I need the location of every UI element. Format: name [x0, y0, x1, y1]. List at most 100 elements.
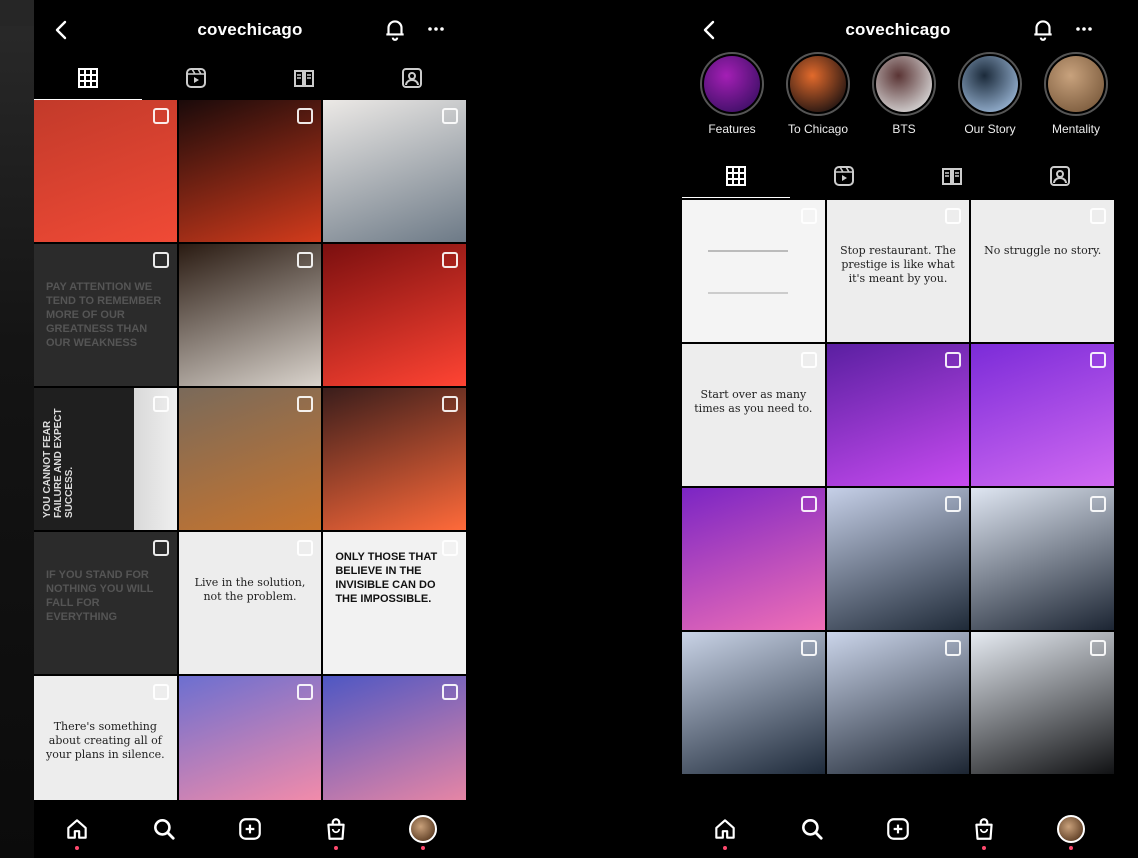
nav-profile[interactable] — [380, 800, 466, 858]
post-thumbnail[interactable] — [323, 388, 466, 530]
new-post-icon — [239, 818, 261, 840]
post-note-lines — [708, 250, 788, 294]
multi-post-icon — [945, 208, 962, 224]
multi-post-icon — [800, 640, 817, 656]
bell-icon[interactable] — [1030, 16, 1056, 42]
nav-home[interactable] — [682, 800, 768, 858]
left-profile-screen: covechicago Pay attention we tend to rem… — [34, 0, 466, 858]
story-highlight[interactable]: BTS — [868, 52, 940, 142]
more-options-icon[interactable] — [424, 17, 448, 41]
highlight-cover — [790, 56, 846, 112]
post-thumbnail[interactable] — [971, 632, 1114, 774]
bell-icon[interactable] — [382, 16, 408, 42]
post-thumbnail[interactable] — [682, 200, 825, 342]
highlight-label: To Chicago — [787, 122, 849, 136]
profile-header: covechicago — [34, 10, 466, 50]
nav-home[interactable] — [34, 800, 120, 858]
story-highlight[interactable]: Our Story — [954, 52, 1026, 142]
nav-new-post[interactable] — [207, 800, 293, 858]
multi-post-icon — [152, 684, 169, 700]
story-highlight[interactable]: Mentality — [1040, 52, 1112, 142]
story-highlight[interactable]: To Chicago — [782, 52, 854, 142]
multi-post-icon — [152, 396, 169, 412]
tab-guides[interactable] — [898, 154, 1006, 198]
highlight-label: BTS — [892, 122, 916, 136]
highlight-ring — [786, 52, 850, 116]
multi-post-icon — [1090, 208, 1106, 224]
profile-avatar — [408, 815, 437, 843]
post-thumbnail[interactable] — [682, 632, 825, 774]
bottom-navigation — [34, 800, 466, 858]
nav-shop[interactable] — [293, 800, 379, 858]
more-options-icon[interactable] — [1072, 17, 1096, 41]
post-thumbnail[interactable] — [178, 244, 322, 386]
post-thumbnail[interactable] — [971, 344, 1114, 486]
multi-post-icon — [442, 108, 458, 124]
nav-search[interactable] — [768, 800, 854, 858]
post-thumbnail[interactable] — [826, 632, 970, 774]
post-thumbnail[interactable] — [178, 676, 322, 818]
posts-grid: Stop restaurant. The prestige is like wh… — [682, 200, 1114, 774]
tab-reels[interactable] — [790, 154, 898, 198]
post-thumbnail[interactable] — [323, 676, 466, 818]
post-caption-text: You cannot fear failure and expect succe… — [42, 408, 75, 518]
tab-posts-grid[interactable] — [682, 154, 790, 198]
post-thumbnail[interactable] — [323, 100, 466, 242]
post-thumbnail[interactable]: You cannot fear failure and expect succe… — [34, 388, 177, 530]
home-icon — [67, 819, 87, 839]
story-highlights: Features To Chicago BTS Our Story Mentality — [696, 52, 1114, 142]
multi-post-icon — [297, 684, 314, 700]
tab-tagged[interactable] — [1006, 154, 1114, 198]
tagged-icon — [1050, 166, 1070, 186]
nav-notification-dot — [982, 846, 987, 850]
post-thumbnail[interactable]: Pay attention we tend to remember more o… — [34, 244, 177, 386]
multi-post-icon — [442, 396, 458, 412]
highlight-label: Mentality — [1051, 122, 1101, 136]
nav-shop[interactable] — [941, 800, 1027, 858]
shop-icon — [327, 818, 346, 840]
post-caption-text: Pay attention we tend to remember more o… — [46, 281, 162, 349]
tab-tagged[interactable] — [358, 56, 466, 100]
tab-posts-grid[interactable] — [34, 56, 142, 100]
story-highlight[interactable]: Features — [696, 52, 768, 142]
post-thumbnail[interactable]: Only those that believe in the invisible… — [323, 532, 466, 674]
post-thumbnail[interactable] — [971, 488, 1114, 630]
post-thumbnail[interactable] — [178, 100, 322, 242]
right-profile-screen: covechicago Features To Chicago BTS Our Sto… — [682, 0, 1114, 858]
nav-profile[interactable] — [1028, 800, 1114, 858]
post-thumbnail[interactable] — [178, 388, 322, 530]
post-thumbnail[interactable] — [34, 100, 177, 242]
post-thumbnail[interactable]: No struggle no story. — [971, 200, 1114, 342]
post-thumbnail[interactable] — [323, 244, 466, 386]
post-thumbnail[interactable]: Stop restaurant. The prestige is like wh… — [826, 200, 970, 342]
post-thumbnail[interactable] — [826, 344, 970, 486]
multi-post-icon — [297, 108, 314, 124]
profile-avatar — [1056, 815, 1085, 843]
post-thumbnail[interactable]: If you stand for nothing you will fall f… — [34, 532, 177, 674]
multi-post-icon — [945, 496, 962, 512]
tagged-icon — [402, 68, 422, 88]
multi-post-icon — [1090, 640, 1106, 656]
nav-notification-dot — [75, 846, 80, 850]
tab-guides[interactable] — [250, 56, 358, 100]
nav-new-post[interactable] — [855, 800, 941, 858]
post-thumbnail[interactable]: There's something about creating all of … — [34, 676, 177, 818]
nav-notification-dot — [1068, 846, 1073, 850]
post-thumbnail[interactable] — [682, 488, 825, 630]
multi-post-icon — [297, 540, 314, 556]
post-thumbnail[interactable] — [826, 488, 970, 630]
nav-notification-dot — [420, 846, 425, 850]
grid-icon — [726, 166, 746, 186]
nav-search[interactable] — [120, 800, 206, 858]
shop-icon — [975, 818, 994, 840]
post-thumbnail[interactable]: Live in the solution, not the problem. — [178, 532, 322, 674]
tab-reels[interactable] — [142, 56, 250, 100]
search-icon — [153, 819, 175, 840]
posts-grid: Pay attention we tend to remember more o… — [34, 100, 466, 818]
multi-post-icon — [152, 108, 169, 124]
guides-icon — [294, 70, 314, 87]
nav-notification-dot — [723, 846, 728, 850]
highlight-cover — [962, 56, 1018, 112]
multi-post-icon — [800, 208, 817, 224]
post-thumbnail[interactable]: Start over as many times as you need to. — [682, 344, 825, 486]
